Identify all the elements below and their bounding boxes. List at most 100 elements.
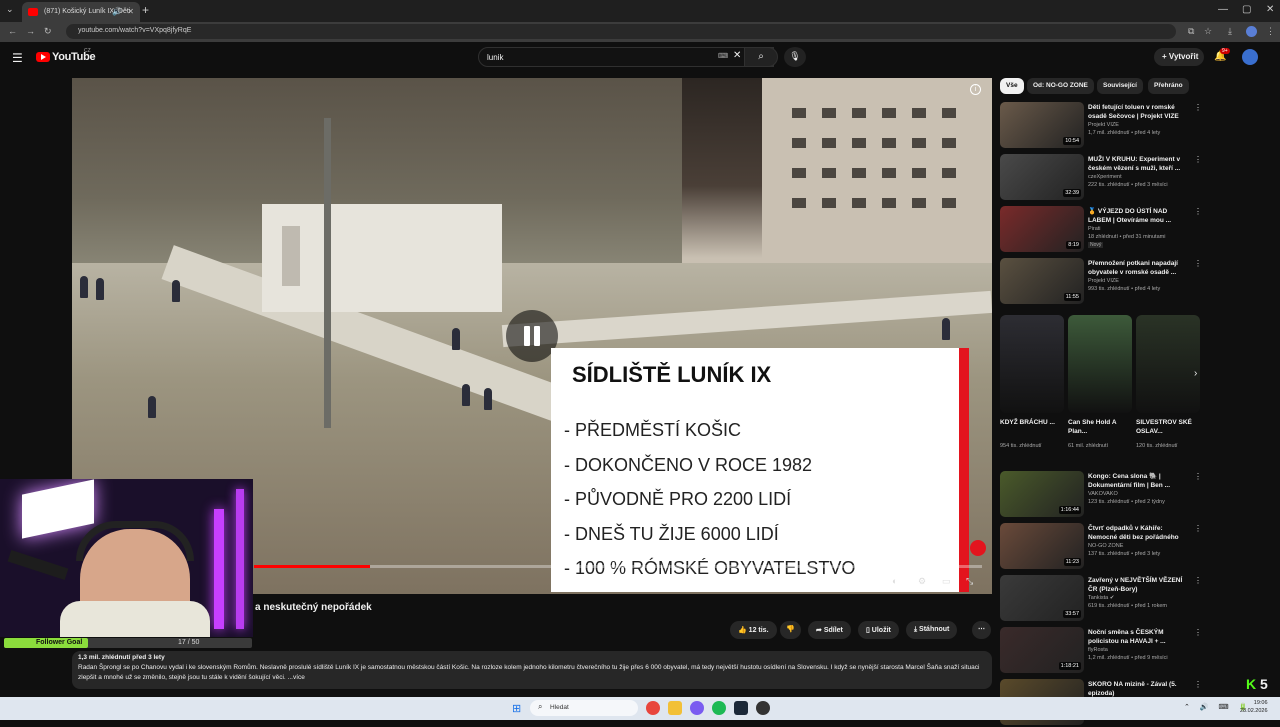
- save-button[interactable]: ▯ Uložit: [858, 621, 899, 639]
- autoplay-toggle-icon[interactable]: ◐: [892, 576, 897, 586]
- recommended-video[interactable]: 33:57 Zavřený v NEJVĚTŠÍM VĚZENÍ ČR (Plze…: [1000, 575, 1202, 623]
- browser-menu-icon[interactable]: ⋮: [1266, 26, 1275, 37]
- forward-icon[interactable]: →: [26, 26, 35, 36]
- video-thumbnail[interactable]: 10:54: [1000, 102, 1084, 148]
- reload-icon[interactable]: ↻: [44, 26, 52, 37]
- dislike-button[interactable]: 👎: [780, 621, 801, 639]
- chrome-icon[interactable]: [646, 701, 660, 715]
- recommended-video[interactable]: 1:18:21 Noční směna s ČESKÝM policistou n…: [1000, 627, 1202, 675]
- more-actions-button[interactable]: ⋯: [972, 621, 991, 639]
- close-tab-icon[interactable]: ✕: [127, 7, 134, 16]
- clear-search-icon[interactable]: ✕: [733, 50, 741, 61]
- more-vertical-icon[interactable]: ⋮: [1194, 524, 1202, 533]
- recommended-video-title[interactable]: Čtvrť odpadků v Káhiře: Nemocné děti bez…: [1088, 524, 1184, 542]
- like-button[interactable]: 👍 12 tis.: [730, 621, 777, 639]
- record-badge-icon: [970, 540, 986, 556]
- search-input[interactable]: lunik: [478, 47, 774, 67]
- recommended-video[interactable]: 10:54 Děti fetující toluen v romské osadě…: [1000, 102, 1202, 150]
- recommended-video-title[interactable]: Děti fetující toluen v romské osadě Sečo…: [1088, 103, 1184, 121]
- channel-name[interactable]: VAKOVAKO: [1088, 491, 1118, 497]
- download-icon[interactable]: ⤓: [1228, 26, 1232, 37]
- video-thumbnail[interactable]: 1:18:21: [1000, 627, 1084, 673]
- youtube-logo-icon[interactable]: [36, 52, 50, 62]
- recommended-video[interactable]: 11:55 Přemnožení potkani napadají obyvate…: [1000, 258, 1202, 306]
- download-button[interactable]: ⤓ Stáhnout: [906, 621, 958, 639]
- recommended-video[interactable]: 11:23 Čtvrť odpadků v Káhiře: Nemocné dět…: [1000, 523, 1202, 571]
- short-thumbnail[interactable]: [1068, 315, 1132, 413]
- channel-name[interactable]: flyRosta: [1088, 647, 1108, 653]
- tab-search-icon[interactable]: ⌄: [6, 4, 14, 15]
- short-thumbnail[interactable]: [1136, 315, 1200, 413]
- discord-icon[interactable]: [690, 701, 704, 715]
- more-vertical-icon[interactable]: ⋮: [1194, 207, 1202, 216]
- chip-all[interactable]: Vše: [1000, 78, 1024, 94]
- miniplayer-icon[interactable]: ▭: [942, 576, 951, 587]
- search-button[interactable]: ⌕: [744, 47, 778, 67]
- cast-icon[interactable]: ⧉: [1188, 26, 1194, 37]
- video-thumbnail[interactable]: 11:55: [1000, 258, 1084, 304]
- more-vertical-icon[interactable]: ⋮: [1194, 628, 1202, 637]
- more-vertical-icon[interactable]: ⋮: [1194, 576, 1202, 585]
- new-tab-icon[interactable]: +: [142, 3, 149, 17]
- recommended-video-title[interactable]: Kongo: Cena slona 🐘 | Dokumentární film …: [1088, 472, 1184, 490]
- speaker-icon[interactable]: 🔊: [112, 7, 122, 16]
- taskbar-search-input[interactable]: Hledat: [530, 700, 638, 716]
- recommended-video-title[interactable]: Přemnožení potkani napadají obyvatele v …: [1088, 259, 1184, 277]
- chip-watched[interactable]: Přehráno: [1148, 78, 1189, 94]
- channel-name[interactable]: Tankista ✔: [1088, 595, 1114, 601]
- voice-search-button[interactable]: 🎙: [784, 47, 806, 67]
- profile-avatar[interactable]: [1246, 26, 1257, 37]
- spotify-icon[interactable]: [712, 701, 726, 715]
- shorts-next-chevron-icon[interactable]: ›: [1194, 368, 1197, 379]
- more-vertical-icon[interactable]: ⋮: [1194, 259, 1202, 268]
- video-thumbnail[interactable]: 8:19: [1000, 206, 1084, 252]
- recommended-video-title[interactable]: SKORO NA mizině - Zával (5. epizoda): [1088, 680, 1184, 698]
- windows-start-icon[interactable]: ⊞: [512, 702, 521, 715]
- channel-name[interactable]: Pirati: [1088, 226, 1101, 232]
- short-thumbnail[interactable]: [1000, 315, 1064, 413]
- fullscreen-exit-icon[interactable]: ⤡: [966, 576, 973, 587]
- more-vertical-icon[interactable]: ⋮: [1194, 472, 1202, 481]
- url-field[interactable]: youtube.com/watch?v=VXpq8jfyRqE: [66, 24, 1176, 39]
- recommended-video-title[interactable]: MUŽI V KRUHU: Experiment v českém vězení…: [1088, 155, 1184, 173]
- channel-name[interactable]: Projekt VIZE: [1088, 122, 1119, 128]
- video-thumbnail[interactable]: 1:16:44: [1000, 471, 1084, 517]
- more-vertical-icon[interactable]: ⋮: [1194, 680, 1202, 689]
- chip-related[interactable]: Související: [1097, 78, 1143, 94]
- browser-tab[interactable]: (871) Košický Luník IX: Děti 🔊 ✕: [22, 2, 140, 22]
- account-avatar[interactable]: [1242, 49, 1258, 65]
- short-title[interactable]: KDYŽ BRÁCHU ...: [1000, 418, 1056, 427]
- taskbar-clock[interactable]: 19:06 28.02.2026: [1240, 699, 1268, 715]
- channel-name[interactable]: czeXperiment: [1088, 174, 1122, 180]
- hamburger-menu-icon[interactable]: ☰: [12, 51, 23, 65]
- create-button[interactable]: + Vytvořit: [1154, 48, 1204, 66]
- video-thumbnail[interactable]: 32:39: [1000, 154, 1084, 200]
- more-vertical-icon[interactable]: ⋮: [1194, 155, 1202, 164]
- recommended-video-title[interactable]: Noční směna s ČESKÝM policistou na HAVAJ…: [1088, 628, 1184, 646]
- video-thumbnail[interactable]: 33:57: [1000, 575, 1084, 621]
- channel-name[interactable]: Projekt VIZE: [1088, 278, 1119, 284]
- recommended-video[interactable]: 1:16:44 Kongo: Cena slona 🐘 | Dokumentárn…: [1000, 471, 1202, 519]
- close-window-icon[interactable]: ✕: [1266, 4, 1274, 15]
- share-button[interactable]: ➦ Sdílet: [808, 621, 851, 639]
- steam-icon[interactable]: [734, 701, 748, 715]
- keyboard-icon[interactable]: ⌨: [718, 52, 728, 60]
- maximize-icon[interactable]: ▢: [1242, 4, 1251, 15]
- bookmark-star-icon[interactable]: ☆: [1204, 26, 1212, 37]
- short-title[interactable]: SILVESTROV SKÉ OSLAV...: [1136, 418, 1192, 436]
- back-icon[interactable]: ←: [8, 26, 17, 36]
- channel-name[interactable]: NO-GO ZONE: [1088, 543, 1123, 549]
- more-vertical-icon[interactable]: ⋮: [1194, 103, 1202, 112]
- video-thumbnail[interactable]: 11:23: [1000, 523, 1084, 569]
- recommended-video[interactable]: 8:19 🏅 VÝJEZD DO ÚSTÍ NAD LABEM | Otevírá…: [1000, 206, 1202, 254]
- recommended-video[interactable]: 32:39 MUŽI V KRUHU: Experiment v českém v…: [1000, 154, 1202, 202]
- recommended-video-title[interactable]: Zavřený v NEJVĚTŠÍM VĚZENÍ ČR (Plzeň-Bor…: [1088, 576, 1184, 594]
- short-title[interactable]: Can She Hold A Plan...: [1068, 418, 1124, 436]
- info-icon[interactable]: i: [970, 84, 981, 95]
- chip-from-channel[interactable]: Od: NO-GO ZONE: [1027, 78, 1094, 94]
- obs-icon[interactable]: [756, 701, 770, 715]
- recommended-video-title[interactable]: 🏅 VÝJEZD DO ÚSTÍ NAD LABEM | Otevíráme m…: [1088, 207, 1184, 225]
- file-explorer-icon[interactable]: [668, 701, 682, 715]
- settings-gear-icon[interactable]: ⚙: [918, 576, 926, 587]
- minimize-icon[interactable]: —: [1218, 4, 1228, 15]
